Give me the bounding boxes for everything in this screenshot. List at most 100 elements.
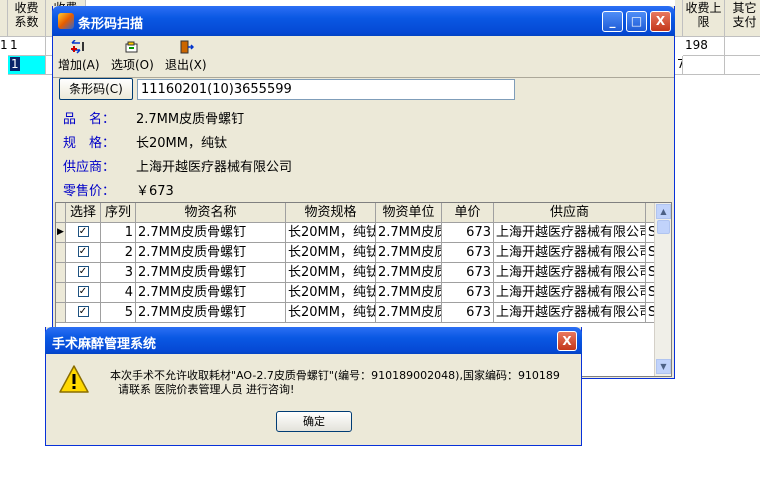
select-checkbox[interactable]: ✓ (77, 226, 89, 237)
window-title: 条形码扫描 (78, 17, 144, 32)
row-indicator[interactable] (56, 243, 66, 263)
app-icon (58, 13, 74, 29)
select-checkbox[interactable]: ✓ (77, 246, 89, 257)
item-name-cell[interactable]: 2.7MM皮质骨螺钉 (136, 263, 286, 283)
col-header-price[interactable]: 单价 (442, 203, 494, 223)
current-row-indicator-icon[interactable]: ▶ (56, 223, 66, 243)
vertical-scrollbar[interactable]: ▲ ▼ (654, 203, 671, 376)
item-name-cell[interactable]: 2.7MM皮质骨螺钉 (136, 303, 286, 323)
select-checkbox-cell[interactable]: ✓ (66, 243, 101, 263)
name-label: 品 名： (63, 112, 116, 127)
warning-icon (59, 365, 89, 393)
supplier-cell[interactable]: 上海开越医疗器械有限公司 (494, 263, 646, 283)
exit-button[interactable]: 退出(X) (165, 40, 207, 73)
scroll-thumb[interactable] (657, 220, 670, 234)
bg-cell-selected[interactable]: 1 (8, 56, 46, 75)
options-button[interactable]: 选项(O) (111, 40, 154, 73)
bg-cell-partial[interactable]: 75 (675, 56, 683, 75)
maximize-button[interactable]: □ (626, 11, 647, 32)
bg-cell-limit[interactable]: 198 (683, 37, 725, 56)
dialog-message: 本次手术不允许收取耗材"AO-2.7皮质骨螺钉"(编号：910189002048… (110, 369, 580, 397)
price-cell[interactable]: 673 (442, 263, 494, 283)
row-indicator[interactable] (56, 303, 66, 323)
row-indicator[interactable] (56, 263, 66, 283)
window-titlebar[interactable]: 条形码扫描 _ □ X (52, 6, 675, 36)
spec-value: 长20MM，纯钛 (136, 136, 227, 151)
price-label: 零售价： (63, 184, 116, 199)
select-checkbox-cell[interactable]: ✓ (66, 263, 101, 283)
bg-cell[interactable] (725, 37, 760, 56)
col-header-item-unit[interactable]: 物资单位 (376, 203, 442, 223)
name-value: 2.7MM皮质骨螺钉 (136, 112, 245, 127)
price-cell[interactable]: 673 (442, 243, 494, 263)
minimize-button[interactable]: _ (602, 11, 623, 32)
col-header-select[interactable]: 选择 (66, 203, 101, 223)
select-checkbox[interactable]: ✓ (77, 306, 89, 317)
item-spec-cell[interactable]: 长20MM，纯钛 (286, 303, 376, 323)
item-name-cell[interactable]: 2.7MM皮质骨螺钉 (136, 223, 286, 243)
bg-header-fee-factor[interactable]: 收费系数 (8, 0, 46, 37)
exit-door-icon (180, 40, 194, 54)
price-value: ￥673 (136, 184, 174, 199)
options-icon (125, 41, 138, 53)
scroll-down-icon[interactable]: ▼ (656, 359, 671, 374)
price-cell[interactable]: 673 (442, 223, 494, 243)
supplier-cell[interactable]: 上海开越医疗器械有限公司 (494, 243, 646, 263)
scroll-up-icon[interactable]: ▲ (656, 204, 671, 219)
col-header-item-spec[interactable]: 物资规格 (286, 203, 376, 223)
seq-cell[interactable]: 2 (101, 243, 136, 263)
dialog-titlebar[interactable]: 手术麻醉管理系统 X (45, 327, 582, 354)
supplier-label: 供应商： (63, 160, 116, 175)
barcode-scan-window: 条形码扫描 _ □ X 增加(A) 选项(O) 退出(X) 条形码(C) 111… (52, 6, 675, 379)
dialog-message-line1: 本次手术不允许收取耗材"AO-2.7皮质骨螺钉"(编号：910189002048… (110, 369, 560, 382)
item-unit-cell[interactable]: 2.7MM皮质 (376, 243, 442, 263)
bg-cell[interactable]: 1 (8, 37, 46, 56)
bg-row-edge-text: 1 (0, 38, 8, 52)
select-checkbox[interactable]: ✓ (77, 286, 89, 297)
add-button[interactable]: 增加(A) (58, 40, 100, 73)
col-header-item-name[interactable]: 物资名称 (136, 203, 286, 223)
item-spec-cell[interactable]: 长20MM，纯钛 (286, 263, 376, 283)
options-label: 选项(O) (111, 58, 154, 72)
message-dialog: 手术麻醉管理系统 X 本次手术不允许收取耗材"AO-2.7皮质骨螺钉"(编号：9… (45, 327, 582, 446)
select-checkbox-cell[interactable]: ✓ (66, 223, 101, 243)
barcode-input[interactable] (137, 79, 515, 100)
bg-header-other-pay[interactable]: 其它支付 (725, 0, 760, 37)
seq-cell[interactable]: 3 (101, 263, 136, 283)
price-cell[interactable]: 673 (442, 303, 494, 323)
item-name-cell[interactable]: 2.7MM皮质骨螺钉 (136, 283, 286, 303)
item-name-cell[interactable]: 2.7MM皮质骨螺钉 (136, 243, 286, 263)
item-spec-cell[interactable]: 长20MM，纯钛 (286, 283, 376, 303)
item-unit-cell[interactable]: 2.7MM皮质 (376, 283, 442, 303)
item-unit-cell[interactable]: 2.7MM皮质 (376, 223, 442, 243)
bg-cell[interactable] (683, 56, 725, 75)
select-checkbox[interactable]: ✓ (77, 266, 89, 277)
bg-cell[interactable] (725, 56, 760, 75)
item-spec-cell[interactable]: 长20MM，纯钛 (286, 243, 376, 263)
supplier-cell[interactable]: 上海开越医疗器械有限公司 (494, 223, 646, 243)
supplier-cell[interactable]: 上海开越医疗器械有限公司 (494, 283, 646, 303)
item-spec-cell[interactable]: 长20MM，纯钛 (286, 223, 376, 243)
close-button[interactable]: X (650, 11, 671, 32)
barcode-button[interactable]: 条形码(C) (59, 78, 133, 100)
seq-cell[interactable]: 1 (101, 223, 136, 243)
ok-button[interactable]: 确定 (276, 411, 352, 432)
row-indicator[interactable] (56, 283, 66, 303)
item-unit-cell[interactable]: 2.7MM皮质 (376, 303, 442, 323)
item-unit-cell[interactable]: 2.7MM皮质 (376, 263, 442, 283)
col-header-supplier[interactable]: 供应商 (494, 203, 646, 223)
supplier-cell[interactable]: 上海开越医疗器械有限公司 (494, 303, 646, 323)
bg-header-fee-2[interactable] (675, 0, 683, 37)
seq-cell[interactable]: 5 (101, 303, 136, 323)
col-header-seq[interactable]: 序列 (101, 203, 136, 223)
seq-cell[interactable]: 4 (101, 283, 136, 303)
bg-header-fee-limit[interactable]: 收费上限 (683, 0, 725, 37)
select-checkbox-cell[interactable]: ✓ (66, 303, 101, 323)
dialog-close-button[interactable]: X (557, 331, 577, 351)
toolbar: 增加(A) 选项(O) 退出(X) (53, 36, 674, 78)
select-checkbox-cell[interactable]: ✓ (66, 283, 101, 303)
add-label: 增加(A) (58, 58, 100, 72)
dialog-message-line2: 请联系 医院价表管理人员 进行咨询! (118, 383, 295, 396)
price-cell[interactable]: 673 (442, 283, 494, 303)
supplier-value: 上海开越医疗器械有限公司 (136, 160, 293, 175)
